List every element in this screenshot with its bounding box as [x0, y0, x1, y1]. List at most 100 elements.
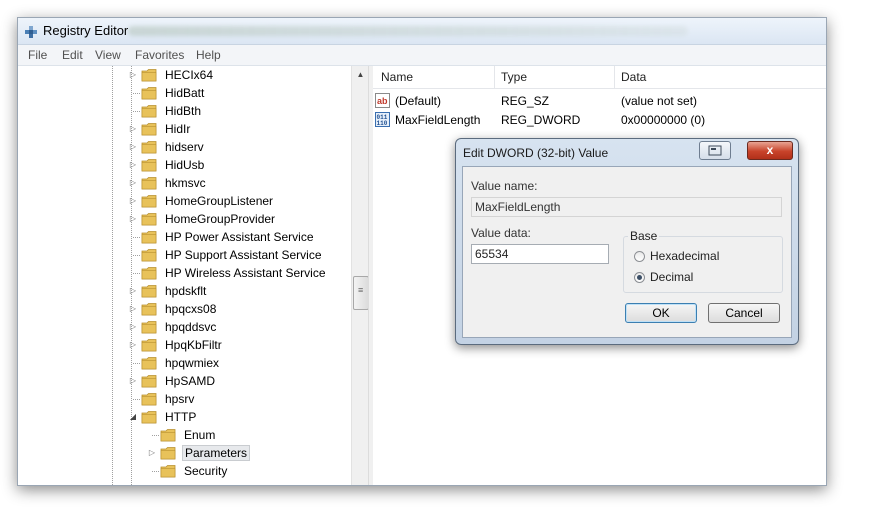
scroll-thumb[interactable]: ≡ [353, 276, 369, 310]
collapse-arrow-icon[interactable]: ◢ [128, 412, 138, 422]
hexadecimal-option[interactable]: Hexadecimal [634, 249, 719, 263]
menu-favorites[interactable]: Favorites [135, 48, 184, 62]
tree-item[interactable]: ▷ HECIx64 [128, 66, 215, 84]
tree-item[interactable]: ▷ hpdskflt [128, 282, 208, 300]
value-row[interactable]: ab (Default) REG_SZ (value not set) [373, 92, 826, 110]
tree-item-label: HidBth [165, 104, 202, 118]
tree-item[interactable]: HP Wireless Assistant Service [128, 264, 328, 282]
tree-item[interactable]: ▷ Parameters [147, 444, 251, 462]
tree-item[interactable]: ▷ HidIr [128, 120, 192, 138]
menu-view[interactable]: View [95, 48, 121, 62]
value-row[interactable]: 011 110 MaxFieldLength REG_DWORD 0x00000… [373, 111, 826, 129]
expand-arrow-icon[interactable]: ▷ [128, 340, 138, 350]
column-header-name[interactable]: Name [381, 70, 413, 84]
tree-item[interactable]: ▷ hpqcxs08 [128, 300, 218, 318]
tree-item[interactable]: HidBth [128, 102, 203, 120]
tree-item[interactable]: hpsrv [128, 390, 196, 408]
folder-icon [141, 122, 157, 136]
tree-item[interactable]: hpqwmiex [128, 354, 221, 372]
expand-arrow-icon[interactable]: ▷ [128, 160, 138, 170]
registry-key-tree[interactable]: ▷ HECIx64 HidBatt HidBth ▷ HidIr ▷ hidserv ▷ HidU… [18, 66, 368, 485]
cancel-button[interactable]: Cancel [708, 303, 780, 323]
tree-item[interactable]: HP Power Assistant Service [128, 228, 316, 246]
expand-arrow-icon[interactable]: ▷ [128, 286, 138, 296]
expand-arrow-icon[interactable]: ▷ [128, 196, 138, 206]
tree-item[interactable]: Security [147, 462, 229, 480]
folder-icon [141, 410, 157, 424]
tree-item[interactable]: ▷ HpSAMD [128, 372, 217, 390]
folder-icon [141, 374, 157, 388]
column-header-data[interactable]: Data [621, 70, 646, 84]
tree-item-label: HP Support Assistant Service [165, 248, 322, 262]
tree-item[interactable]: ▷ HidUsb [128, 156, 206, 174]
hexadecimal-label: Hexadecimal [650, 249, 720, 263]
tree-item[interactable]: ▷ HomeGroupListener [128, 192, 275, 210]
tree-item-label: HidBatt [165, 86, 205, 100]
dialog-close-button[interactable]: x [747, 141, 793, 160]
folder-icon [141, 158, 157, 172]
tree-scrollbar[interactable]: ▲ ≡ [351, 66, 369, 485]
tree-item[interactable]: HP Support Assistant Service [128, 246, 324, 264]
tree-item[interactable]: ▷ HomeGroupProvider [128, 210, 277, 228]
tree-item[interactable]: ▷ hidserv [128, 138, 206, 156]
column-divider[interactable] [614, 66, 615, 88]
hexadecimal-radio[interactable] [634, 250, 645, 262]
expand-arrow-icon[interactable]: ▷ [128, 376, 138, 386]
expand-arrow-icon[interactable]: ▷ [128, 70, 138, 80]
registry-editor-icon [25, 26, 37, 38]
menu-help[interactable]: Help [196, 48, 221, 62]
folder-icon [141, 140, 157, 154]
tree-connector [128, 250, 140, 260]
tree-connector [128, 232, 140, 242]
expand-arrow-icon[interactable]: ▷ [128, 322, 138, 332]
base-label: Base [628, 229, 660, 243]
scroll-up-arrow-icon[interactable]: ▲ [352, 66, 369, 83]
value-data: 0x00000000 (0) [621, 113, 706, 127]
tree-item-label: HidIr [165, 122, 191, 136]
tree-item[interactable]: ▷ HpqKbFiltr [128, 336, 224, 354]
ok-button[interactable]: OK [625, 303, 697, 323]
dialog-help-button[interactable] [699, 141, 731, 160]
base-group: Base Hexadecimal Decimal [623, 229, 783, 293]
value-data-input[interactable] [471, 244, 609, 264]
folder-icon [141, 338, 157, 352]
tree-item-label: HomeGroupProvider [165, 212, 276, 226]
decimal-radio[interactable] [634, 271, 645, 283]
expand-arrow-icon[interactable]: ▷ [128, 124, 138, 134]
svg-text:110: 110 [377, 120, 388, 127]
tree-item[interactable]: ▷ hpqddsvc [128, 318, 218, 336]
tree-item[interactable]: ▷ hkmsvc [128, 174, 208, 192]
tree-connector [128, 268, 140, 278]
expand-arrow-icon[interactable]: ▷ [147, 448, 157, 458]
tree-item[interactable]: ◢ HTTP [128, 408, 198, 426]
svg-text:ab: ab [377, 96, 388, 106]
tree-item-label: Enum [184, 428, 216, 442]
value-name-label: Value name: [471, 179, 538, 193]
title-bar[interactable]: Registry Editor [18, 18, 826, 45]
column-header-type[interactable]: Type [501, 70, 527, 84]
tree-connector [128, 394, 140, 404]
window-title: Registry Editor [43, 23, 129, 38]
decimal-option[interactable]: Decimal [634, 270, 693, 284]
tree-item-label: Parameters [182, 445, 251, 461]
help-icon [708, 145, 722, 156]
expand-arrow-icon[interactable]: ▷ [128, 178, 138, 188]
menu-bar: File Edit View Favorites Help [18, 45, 826, 66]
tree-item-label: HP Wireless Assistant Service [165, 266, 326, 280]
tree-item[interactable]: HidBatt [128, 84, 206, 102]
edit-dword-dialog: Edit DWORD (32-bit) Value x Value name: … [455, 138, 799, 345]
expand-arrow-icon[interactable]: ▷ [128, 214, 138, 224]
menu-file[interactable]: File [28, 48, 47, 62]
dword-value-icon: 011 110 [375, 112, 390, 127]
tree-connector [128, 88, 140, 98]
expand-arrow-icon[interactable]: ▷ [128, 304, 138, 314]
tree-connector [147, 466, 159, 476]
string-value-icon: ab [375, 93, 390, 108]
column-divider[interactable] [494, 66, 495, 88]
expand-arrow-icon[interactable]: ▷ [128, 142, 138, 152]
menu-edit[interactable]: Edit [62, 48, 83, 62]
folder-icon [141, 284, 157, 298]
tree-item[interactable]: Enum [147, 426, 217, 444]
folder-icon [141, 302, 157, 316]
folder-icon [160, 446, 176, 460]
